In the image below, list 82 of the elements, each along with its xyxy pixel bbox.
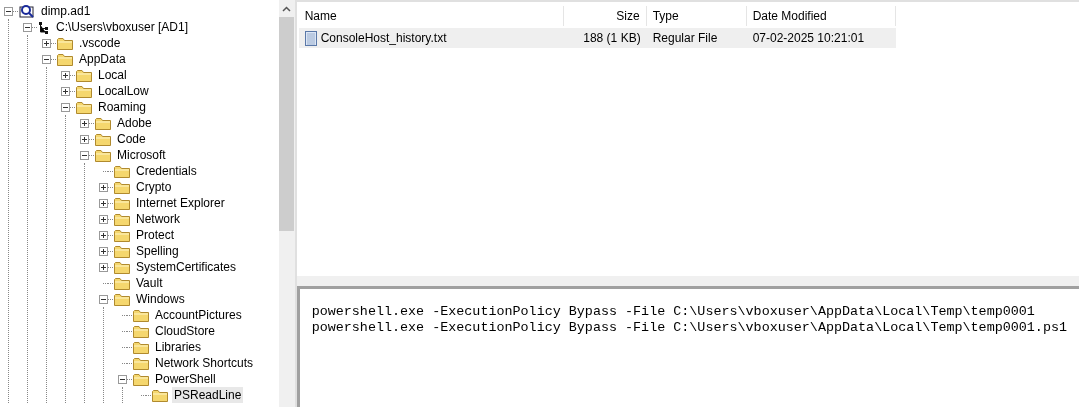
expand-toggle[interactable] (80, 118, 89, 128)
folder-icon (114, 180, 130, 194)
folder-icon (114, 260, 130, 274)
tree-item[interactable]: dimp.ad1 (39, 3, 93, 19)
folder-icon (114, 244, 130, 258)
tree-item[interactable]: Local (96, 67, 129, 83)
folder-icon (133, 308, 149, 322)
tree-item[interactable]: Network (134, 211, 182, 227)
tree-item[interactable]: SystemCertificates (134, 259, 239, 275)
tree-item[interactable]: CloudStore (153, 323, 218, 339)
folder-icon (114, 228, 130, 242)
text-line: powershell.exe -ExecutionPolicy Bypass -File C:\Users\vboxuser\AppData\Local\Temp\temp0001 (311, 304, 1036, 320)
table-cell: 07-02-2025 10:21:01 (752, 31, 865, 45)
file-row[interactable]: ConsoleHost_history.txt 188 (1 KB) Regular File 07-02-2025 10:21:01 (298, 28, 896, 48)
expand-toggle[interactable] (99, 182, 108, 192)
expand-toggle[interactable] (99, 246, 108, 256)
expand-toggle[interactable] (61, 70, 70, 80)
tree-item[interactable]: Microsoft (115, 147, 168, 163)
expand-toggle[interactable] (61, 86, 70, 96)
folder-icon (133, 340, 149, 354)
expand-toggle[interactable] (99, 230, 108, 240)
tree-item[interactable]: Credentials (134, 163, 199, 179)
scrollbar-thumb[interactable] (279, 17, 295, 231)
tree-item[interactable]: Libraries (153, 339, 204, 355)
tree-item[interactable]: AccountPictures (153, 307, 244, 323)
folder-icon (95, 148, 111, 162)
expand-toggle[interactable] (99, 262, 108, 272)
folder-icon (57, 52, 73, 66)
table-cell: Regular File (652, 31, 718, 45)
folder-icon (114, 292, 130, 306)
collapse-toggle[interactable] (80, 150, 89, 160)
folder-icon (152, 388, 168, 402)
tree-item[interactable]: Windows (134, 291, 187, 307)
text-line: powershell.exe -ExecutionPolicy Bypass -File C:\Users\vboxuser\AppData\Local\Temp\temp0001.ps1 (311, 320, 1067, 336)
tree-item[interactable]: Crypto (134, 179, 174, 195)
folder-icon (133, 356, 149, 370)
folder-icon (133, 324, 149, 338)
collapse-toggle[interactable] (118, 374, 127, 384)
column-header[interactable]: Name (298, 6, 564, 26)
folder-icon (76, 68, 92, 82)
text-file-icon (304, 30, 317, 46)
expand-toggle[interactable] (42, 38, 51, 48)
tree-item[interactable]: LocalLow (96, 83, 151, 99)
folder-icon (95, 116, 111, 130)
hierarchy-icon (38, 20, 50, 34)
tree-item[interactable]: PowerShell (153, 371, 218, 387)
tree-item[interactable]: Roaming (96, 99, 149, 115)
collapse-toggle[interactable] (42, 54, 51, 64)
folder-icon (133, 372, 149, 386)
table-cell: ConsoleHost_history.txt (320, 31, 447, 45)
collapse-toggle[interactable] (61, 102, 70, 112)
tree-item[interactable]: .vscode (77, 35, 123, 51)
folder-icon (114, 212, 130, 226)
tree-item[interactable]: Spelling (134, 243, 181, 259)
folder-icon (76, 100, 92, 114)
tree-item[interactable]: AppData (77, 51, 128, 67)
column-header[interactable]: Type (646, 6, 747, 26)
tree-item[interactable]: Network Shortcuts (153, 355, 256, 371)
folder-icon (114, 196, 130, 210)
column-header[interactable]: Size (563, 6, 647, 26)
scroll-up-icon[interactable] (282, 6, 292, 12)
tree-item[interactable]: C:\Users\vboxuser [AD1] (54, 19, 191, 35)
tree-item[interactable]: Code (115, 131, 148, 147)
folder-icon (57, 36, 73, 50)
tree-item[interactable]: Protect (134, 227, 176, 243)
collapse-toggle[interactable] (4, 6, 13, 16)
folder-icon (95, 132, 111, 146)
collapse-toggle[interactable] (23, 22, 32, 32)
expand-toggle[interactable] (99, 198, 108, 208)
column-header[interactable]: Date Modified (746, 6, 896, 26)
folder-icon (76, 84, 92, 98)
collapse-toggle[interactable] (99, 294, 108, 304)
tree-item[interactable]: Vault (134, 275, 165, 291)
table-cell: 188 (1 KB) (583, 31, 641, 45)
expand-toggle[interactable] (99, 214, 108, 224)
folder-icon (114, 276, 130, 290)
magnifier-icon (19, 3, 35, 19)
expand-toggle[interactable] (80, 134, 89, 144)
folder-icon (114, 164, 130, 178)
tree-item[interactable]: PSReadLine (172, 387, 244, 403)
tree-item[interactable]: Adobe (115, 115, 154, 131)
tree-item[interactable]: Internet Explorer (134, 195, 227, 211)
